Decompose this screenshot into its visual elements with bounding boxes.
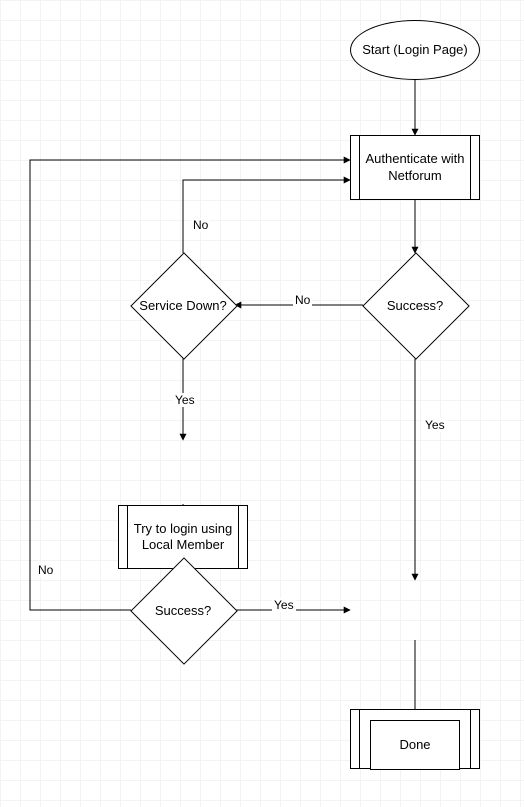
node-authenticate: Authenticate with Netforum xyxy=(350,135,480,200)
node-label: Try to login using Local Member xyxy=(129,521,237,554)
node-label: Authenticate with Netforum xyxy=(361,151,469,184)
node-service-down: Service Down? xyxy=(131,253,235,357)
edge-label-servicedown-no: No xyxy=(191,218,210,232)
node-label: Success? xyxy=(155,603,211,618)
node-label: Service Down? xyxy=(139,298,226,313)
edge-label-success2-no: No xyxy=(36,563,55,577)
edge-label-success1-yes: Yes xyxy=(423,418,447,432)
node-label: Success? xyxy=(387,298,443,313)
node-label: Start (Login Page) xyxy=(362,42,468,58)
node-label: Done xyxy=(399,737,430,753)
flowchart-canvas: { "nodes": { "start": { "label": "Start … xyxy=(0,0,524,807)
edge-label-success1-no: No xyxy=(293,293,312,307)
edges xyxy=(0,0,524,807)
node-done: Done xyxy=(370,720,460,770)
node-start: Start (Login Page) xyxy=(350,20,480,80)
edge-label-success2-yes: Yes xyxy=(272,598,296,612)
node-success-2: Success? xyxy=(131,558,235,662)
node-success-1: Success? xyxy=(363,253,467,357)
edge-label-servicedown-yes: Yes xyxy=(173,393,197,407)
